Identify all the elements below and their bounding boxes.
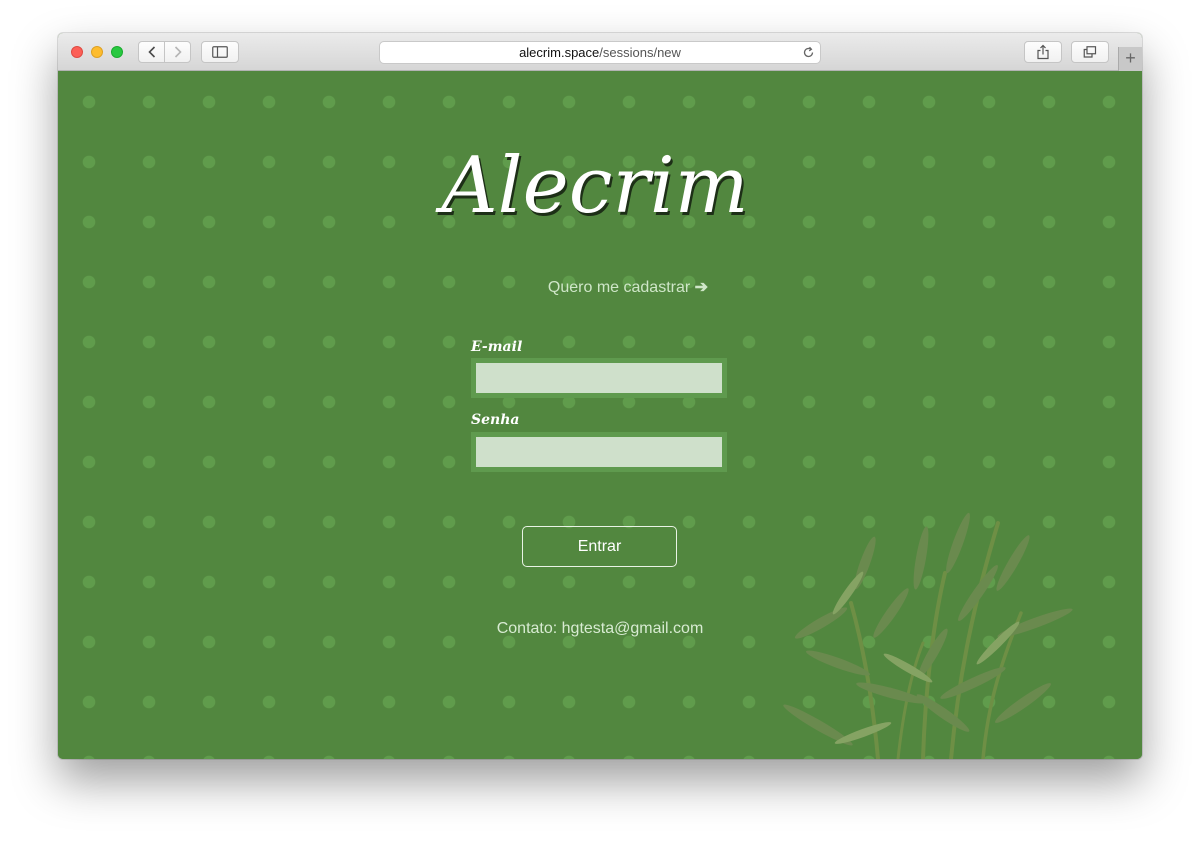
new-tab-button[interactable]: + <box>1118 47 1142 71</box>
address-bar[interactable]: alecrim.space/sessions/new <box>379 41 821 64</box>
tabs-icon <box>1083 46 1097 58</box>
maximize-window-button[interactable] <box>111 46 123 58</box>
share-button[interactable] <box>1024 41 1062 63</box>
browser-toolbar: alecrim.space/sessions/new + <box>58 33 1142 71</box>
contact-text: Contato: hgtesta@gmail.com <box>496 620 704 637</box>
share-icon <box>1037 44 1049 60</box>
url-domain: alecrim.space <box>519 45 600 60</box>
show-tabs-button[interactable] <box>1071 41 1109 63</box>
url-path: /sessions/new <box>599 45 681 60</box>
forward-button[interactable] <box>164 41 191 63</box>
logo: Alecrim <box>441 141 749 231</box>
email-field-frame <box>471 358 727 398</box>
arrow-right-icon: ➔ <box>694 279 709 296</box>
back-button[interactable] <box>138 41 165 63</box>
close-window-button[interactable] <box>71 46 83 58</box>
login-button[interactable]: Entrar <box>522 526 677 567</box>
register-link-label: Quero me cadastrar <box>547 279 691 296</box>
sidebar-icon <box>212 46 228 58</box>
rosemary-illustration <box>783 512 1073 759</box>
email-field[interactable] <box>476 363 722 393</box>
page-content: Alecrim Quero me cadastrar ➔ E-mail Senh… <box>58 71 1142 759</box>
sidebar-button[interactable] <box>201 41 239 63</box>
back-icon <box>147 46 155 58</box>
password-field-frame <box>471 432 727 472</box>
browser-window: alecrim.space/sessions/new + Alecrim Que… <box>58 33 1142 759</box>
minimize-window-button[interactable] <box>91 46 103 58</box>
forward-icon <box>174 46 182 58</box>
email-label: E-mail <box>471 339 523 355</box>
register-link[interactable]: Quero me cadastrar ➔ <box>478 277 778 299</box>
password-label: Senha <box>471 412 520 428</box>
password-field[interactable] <box>476 437 722 467</box>
reload-icon[interactable] <box>802 46 815 59</box>
